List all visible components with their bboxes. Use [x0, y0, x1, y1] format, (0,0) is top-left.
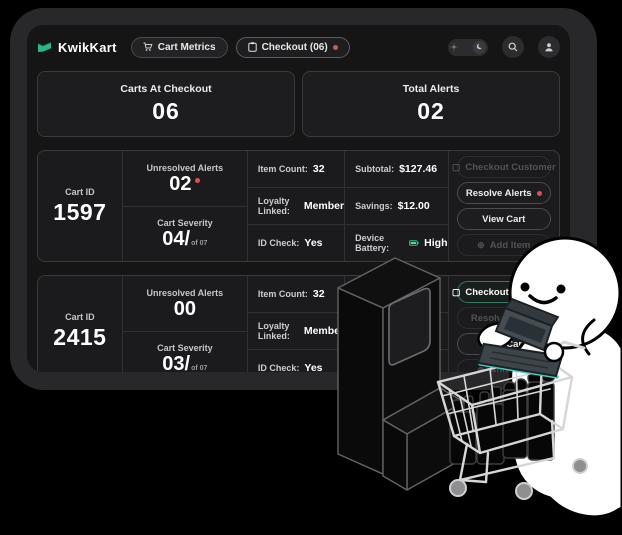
kiosk-illustration	[338, 258, 464, 490]
loyalty-cell: Loyalty Linked: Member	[248, 187, 344, 224]
alert-dot	[333, 45, 338, 50]
tab-checkout[interactable]: Checkout (06)	[236, 37, 350, 58]
alerts-label: Unresolved Alerts	[146, 288, 223, 298]
toggle-knob	[473, 41, 486, 54]
summary-row: Carts At Checkout 06 Total Alerts 02	[37, 71, 560, 137]
cart-id-cell: Cart ID 2415	[38, 276, 122, 372]
alert-dot	[537, 191, 542, 196]
alerts-severity-col: Unresolved Alerts 02 Cart Severity 04/of…	[122, 151, 247, 261]
brand-logo: KwikKart	[37, 40, 117, 55]
view-cart-button[interactable]: View Cart	[457, 208, 551, 230]
summary-card-alerts: Total Alerts 02	[302, 71, 560, 137]
checkout-customer-button[interactable]: ▢ Checkout Customer	[457, 156, 551, 178]
search-button[interactable]	[502, 36, 524, 58]
alert-dot	[195, 178, 200, 183]
severity-label: Cart Severity	[157, 218, 213, 228]
severity-label: Cart Severity	[157, 343, 213, 353]
mascot-eye-left	[521, 283, 530, 292]
mascot-eye-right	[557, 285, 566, 294]
sun-icon	[450, 43, 458, 51]
cart-id-cell: Cart ID 1597	[38, 151, 122, 261]
illustration-layer	[300, 230, 622, 535]
summary-card-carts: Carts At Checkout 06	[37, 71, 295, 137]
summary-value: 02	[417, 98, 445, 125]
cart-id-value: 1597	[53, 199, 106, 226]
tab-label: Cart Metrics	[158, 42, 216, 53]
cart-icon	[143, 42, 153, 52]
account-button[interactable]	[538, 36, 560, 58]
summary-value: 06	[152, 98, 180, 125]
tab-cart-metrics[interactable]: Cart Metrics	[131, 37, 228, 58]
user-icon	[544, 42, 554, 52]
cart-id-label: Cart ID	[65, 187, 95, 197]
theme-toggle[interactable]	[448, 39, 488, 56]
tab-label: Checkout (06)	[262, 42, 328, 53]
alerts-label: Unresolved Alerts	[146, 163, 223, 173]
brand-name: KwikKart	[58, 40, 117, 55]
summary-label: Carts At Checkout	[120, 83, 211, 95]
search-icon	[508, 42, 518, 52]
mascot-hand-right	[545, 343, 563, 361]
subtotal-cell: Subtotal: $127.46	[345, 151, 447, 187]
unresolved-alerts-cell: Unresolved Alerts 02	[123, 151, 247, 206]
savings-cell: Savings: $12.00	[345, 187, 447, 224]
cart-severity-cell: Cart Severity 04/of 07	[123, 206, 247, 262]
alerts-severity-col: Unresolved Alerts 00 Cart Severity 03/of…	[122, 276, 247, 372]
item-count-cell: Item Count: 32	[248, 151, 344, 187]
top-bar: KwikKart Cart Metrics Checkout (06)	[37, 31, 560, 63]
resolve-alerts-button[interactable]: Resolve Alerts	[457, 182, 551, 204]
moon-icon	[476, 43, 484, 51]
alerts-value: 00	[174, 299, 196, 319]
checkout-icon: ▢	[452, 163, 461, 172]
cart-severity-cell: Cart Severity 03/of 07	[123, 331, 247, 373]
severity-value: 04/of 07	[162, 229, 207, 249]
cart-id-label: Cart ID	[65, 312, 95, 322]
app-root: KwikKart Cart Metrics Checkout (06)	[0, 0, 622, 535]
unresolved-alerts-cell: Unresolved Alerts 00	[123, 276, 247, 331]
summary-label: Total Alerts	[403, 83, 460, 95]
cart-id-value: 2415	[53, 324, 106, 351]
kwikkart-logo-icon	[37, 41, 52, 54]
clipboard-icon	[248, 42, 257, 52]
mascot-illustration	[510, 238, 622, 517]
alerts-value: 02	[169, 174, 200, 194]
severity-value: 03/of 07	[162, 354, 207, 372]
